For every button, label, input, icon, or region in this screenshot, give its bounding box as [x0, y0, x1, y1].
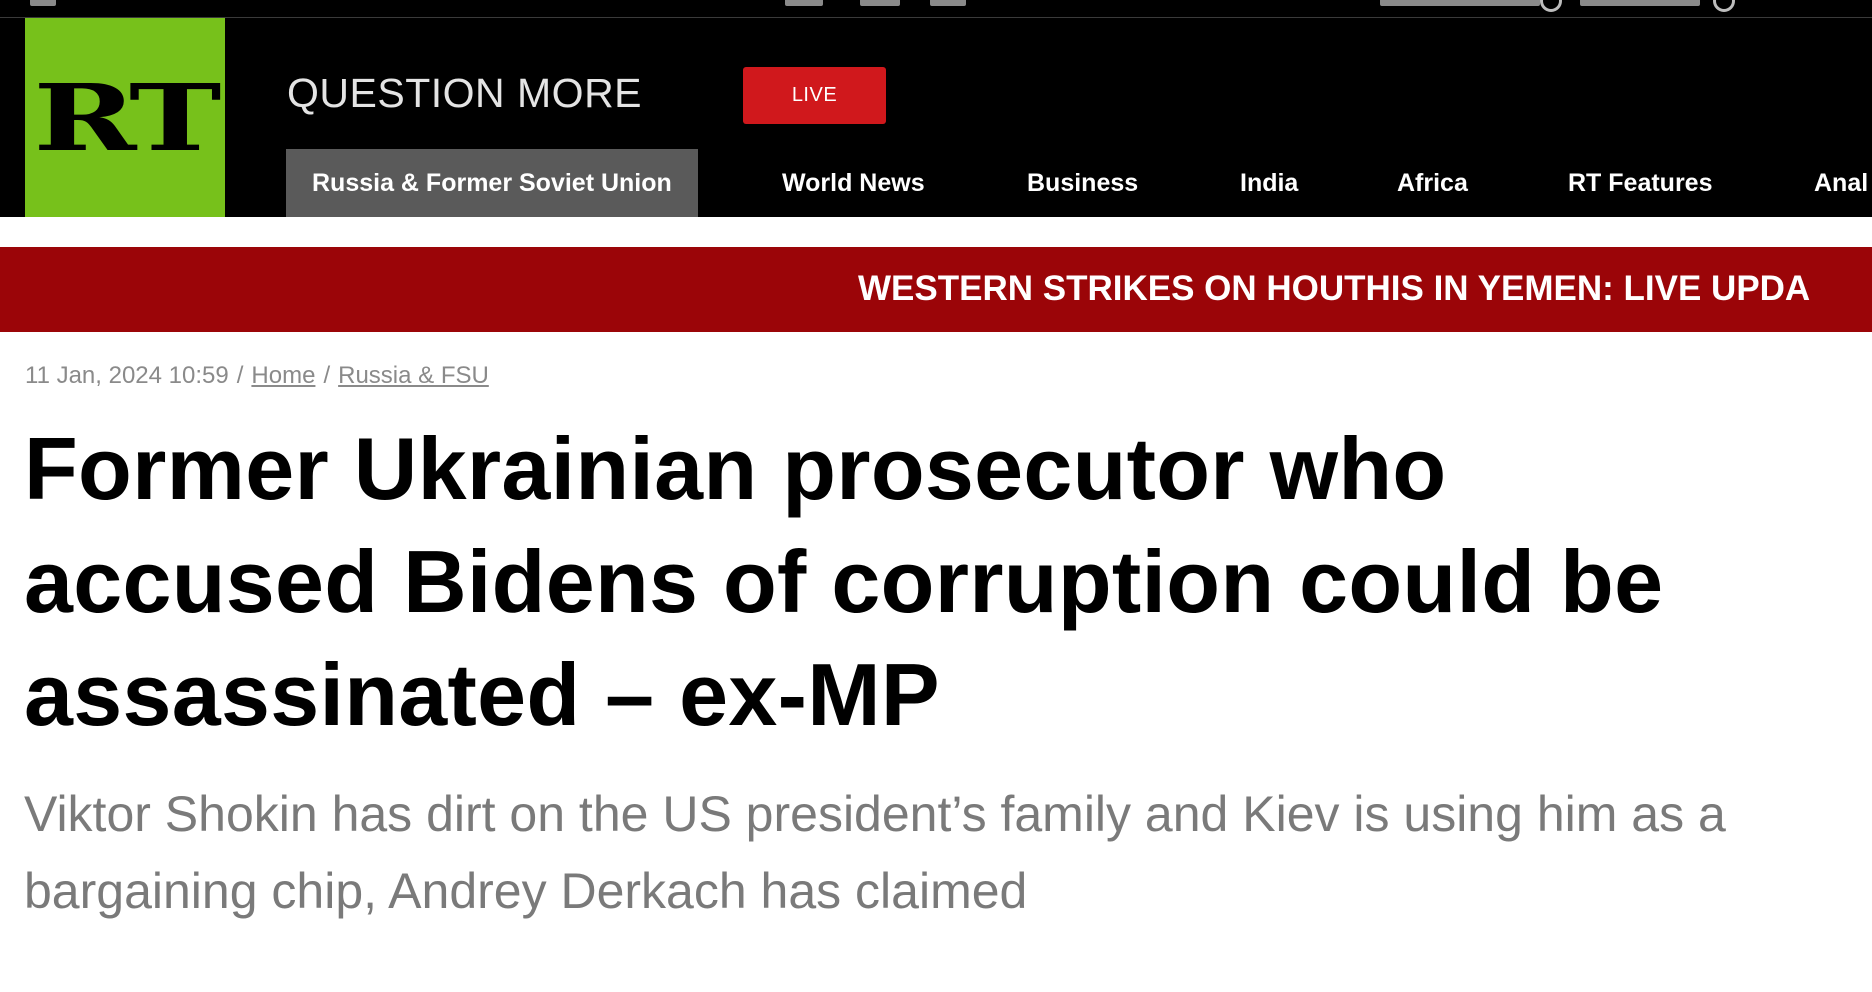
nav-item-business[interactable]: Business [1027, 149, 1138, 217]
utility-fragment [860, 0, 900, 6]
nav-item-africa[interactable]: Africa [1397, 149, 1468, 217]
live-button[interactable]: LIVE [743, 67, 886, 124]
breadcrumb-separator: / [236, 362, 244, 389]
article-headline: Former Ukrainian prosecutor who accused … [24, 419, 1664, 744]
nav-item-rt-features[interactable]: RT Features [1568, 149, 1712, 217]
breaking-news-banner[interactable]: WESTERN STRIKES ON HOUTHIS IN YEMEN: LIV… [0, 247, 1872, 332]
article-meta: 11 Jan, 2024 10:59 / Home / Russia & FSU [25, 364, 489, 388]
utility-circle-icon[interactable] [1713, 0, 1735, 12]
utility-fragment [785, 0, 823, 6]
utility-fragment [1580, 0, 1700, 6]
site-header: RT QUESTION MORE LIVE Russia & Former So… [0, 18, 1872, 217]
rt-logo[interactable]: RT [25, 18, 225, 217]
slogan: QUESTION MORE [287, 70, 643, 116]
nav-item-world-news[interactable]: World News [782, 149, 925, 217]
breadcrumb-separator: / [323, 362, 331, 389]
breadcrumb-section-link[interactable]: Russia & FSU [338, 362, 489, 389]
rt-logo-text: RT [33, 63, 222, 172]
nav-item-russia-fsu[interactable]: Russia & Former Soviet Union [286, 149, 698, 217]
top-utility-bar [0, 0, 1872, 18]
nav-item-analysis[interactable]: Anal [1814, 149, 1868, 217]
breadcrumb-home-link[interactable]: Home [251, 362, 315, 389]
main-nav: Russia & Former Soviet Union World News … [286, 149, 1872, 217]
utility-fragment [1380, 0, 1540, 6]
article-summary: Viktor Shokin has dirt on the US preside… [24, 786, 1726, 919]
article-timestamp: 11 Jan, 2024 10:59 [25, 362, 229, 389]
utility-fragment [30, 0, 56, 6]
utility-circle-icon[interactable] [1540, 0, 1562, 12]
breaking-news-text: WESTERN STRIKES ON HOUTHIS IN YEMEN: LIV… [858, 269, 1811, 308]
nav-item-india[interactable]: India [1240, 149, 1298, 217]
utility-fragment [930, 0, 966, 6]
